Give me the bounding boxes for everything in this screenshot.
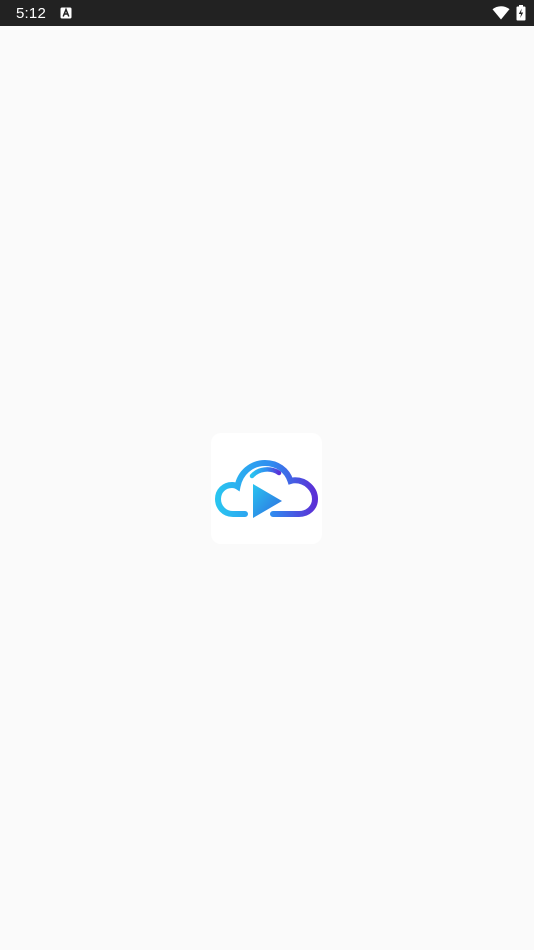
battery-charging-icon [516,5,526,21]
status-left: 5:12 [16,5,72,22]
splash-screen: 5:12 [0,0,534,950]
cloud-play-icon [214,459,318,518]
app-logo [211,433,322,544]
status-time: 5:12 [16,4,46,22]
wifi-icon [492,6,510,20]
status-bar: 5:12 [0,0,534,26]
notification-a-icon [60,7,72,19]
status-right [492,5,526,21]
